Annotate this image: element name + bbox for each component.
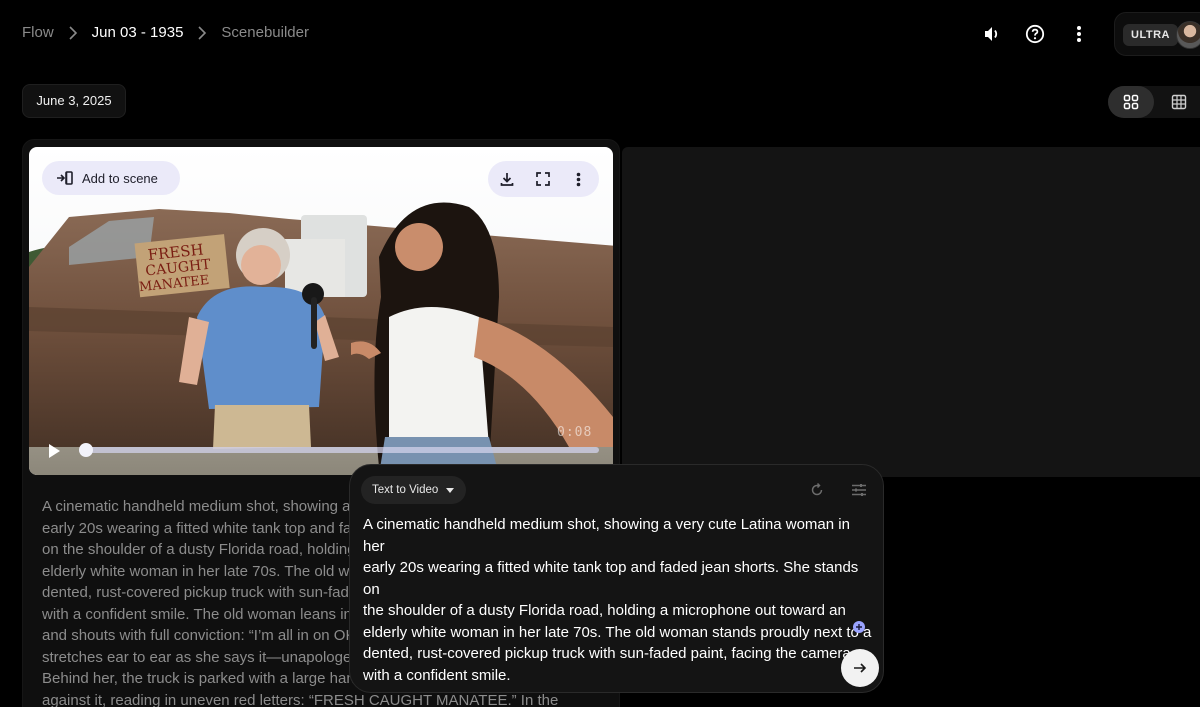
- add-to-scene-button[interactable]: Add to scene: [42, 161, 180, 195]
- play-icon[interactable]: [47, 443, 63, 459]
- enhance-prompt-icon[interactable]: [853, 621, 865, 633]
- prompt-line: the shoulder of a dusty Florida road, ho…: [363, 602, 846, 619]
- video-player[interactable]: FRESH CAUGHT MANATEE Add to scene 0:08: [29, 147, 613, 475]
- video-actions-bar: [488, 161, 599, 197]
- video-duration: 0:08: [557, 425, 593, 440]
- prompt-line: with a confident smile.: [363, 666, 511, 684]
- prompt-line: elderly white woman in her late 70s. The…: [363, 623, 872, 641]
- empty-clip-slot: [622, 147, 1200, 477]
- grid-view-icon[interactable]: [1108, 86, 1154, 118]
- help-icon[interactable]: [1023, 22, 1047, 46]
- more-vert-icon[interactable]: [566, 167, 590, 191]
- view-toggle: [1108, 86, 1200, 118]
- more-vert-icon[interactable]: [1067, 22, 1091, 46]
- prompt-line: A cinematic handheld medium shot, showin…: [363, 516, 850, 555]
- date-chip[interactable]: June 3, 2025: [22, 84, 126, 118]
- prompt-input[interactable]: A cinematic handheld medium shot, showin…: [363, 514, 875, 686]
- prompt-composer: Text to Video A cinematic handheld mediu…: [349, 464, 884, 693]
- video-progress-bar[interactable]: [85, 447, 599, 453]
- account-area[interactable]: ULTRA: [1114, 12, 1200, 56]
- send-button[interactable]: [841, 649, 879, 687]
- mode-dropdown[interactable]: Text to Video: [361, 476, 466, 504]
- fullscreen-icon[interactable]: [531, 167, 555, 191]
- breadcrumb-flow[interactable]: Flow: [22, 24, 54, 41]
- chevron-right-icon: [197, 25, 207, 40]
- table-view-icon[interactable]: [1156, 86, 1200, 118]
- prompt-line: dented, rust-covered pickup truck with s…: [363, 645, 851, 662]
- arrow-right-icon: [854, 663, 867, 673]
- refresh-icon[interactable]: [806, 479, 828, 501]
- breadcrumb-scenebuilder[interactable]: Scenebuilder: [221, 24, 309, 41]
- chevron-right-icon: [68, 25, 78, 40]
- download-icon[interactable]: [495, 167, 519, 191]
- plan-badge: ULTRA: [1123, 24, 1178, 46]
- breadcrumb-project[interactable]: Jun 03 - 1935: [92, 24, 184, 41]
- avatar[interactable]: [1176, 21, 1200, 49]
- prompt-line: early 20s wearing a fitted white tank to…: [363, 559, 859, 598]
- mode-label: Text to Video: [372, 484, 439, 496]
- volume-icon[interactable]: [980, 22, 1004, 46]
- add-to-scene-label: Add to scene: [82, 170, 158, 186]
- breadcrumb: Flow Jun 03 - 1935 Scenebuilder: [22, 24, 309, 41]
- top-bar: Flow Jun 03 - 1935 Scenebuilder ULTRA: [0, 0, 1200, 70]
- caret-down-icon: [446, 487, 455, 493]
- add-to-scene-icon: [57, 171, 73, 185]
- video-scrub-handle[interactable]: [79, 443, 93, 457]
- settings-sliders-icon[interactable]: [848, 479, 870, 501]
